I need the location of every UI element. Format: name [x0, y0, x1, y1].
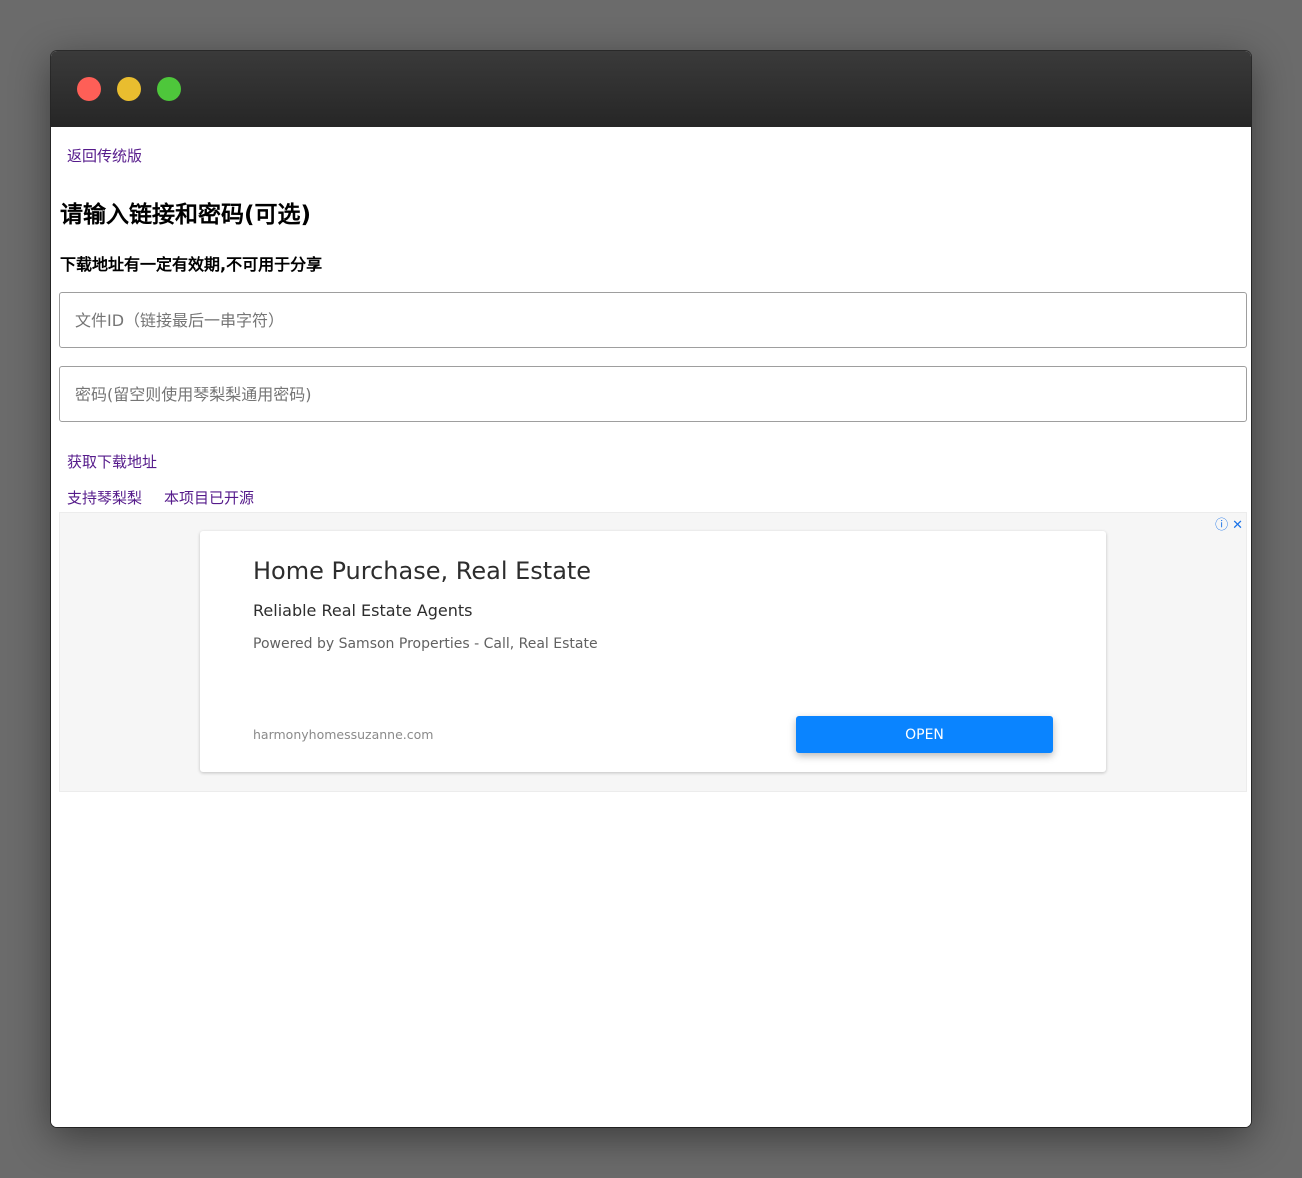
ad-controls: ⓘ ✕ [1211, 514, 1243, 533]
close-window-button[interactable] [77, 77, 101, 101]
page-subtitle: 下载地址有一定有效期,不可用于分享 [60, 255, 323, 274]
page-content: 返回传统版 请输入链接和密码(可选) 下载地址有一定有效期,不可用于分享 获取下… [51, 127, 1251, 1127]
ad-body-text: Powered by Samson Properties - Call, Rea… [253, 636, 598, 652]
password-input[interactable] [59, 366, 1247, 422]
open-source-link[interactable]: 本项目已开源 [164, 487, 254, 508]
ad-open-button[interactable]: OPEN [796, 716, 1053, 753]
page-title: 请输入链接和密码(可选) [60, 202, 312, 228]
maximize-window-button[interactable] [157, 77, 181, 101]
ad-headline[interactable]: Home Purchase, Real Estate [253, 557, 591, 585]
browser-window: 返回传统版 请输入链接和密码(可选) 下载地址有一定有效期,不可用于分享 获取下… [51, 51, 1251, 1127]
support-link[interactable]: 支持琴梨梨 [67, 487, 142, 508]
ad-container: ⓘ ✕ Home Purchase, Real Estate Reliable R… [59, 512, 1247, 792]
title-bar [51, 51, 1251, 127]
file-id-input[interactable] [59, 292, 1247, 348]
ad-close-icon[interactable]: ✕ [1232, 518, 1243, 533]
minimize-window-button[interactable] [117, 77, 141, 101]
ad-info-icon[interactable]: ⓘ [1215, 518, 1228, 533]
get-download-link[interactable]: 获取下载地址 [67, 451, 157, 472]
back-to-classic-link[interactable]: 返回传统版 [67, 145, 142, 166]
ad-domain[interactable]: harmonyhomessuzanne.com [253, 727, 433, 742]
ad-subline: Reliable Real Estate Agents [253, 601, 473, 620]
ad-card[interactable]: Home Purchase, Real Estate Reliable Real… [200, 531, 1106, 772]
